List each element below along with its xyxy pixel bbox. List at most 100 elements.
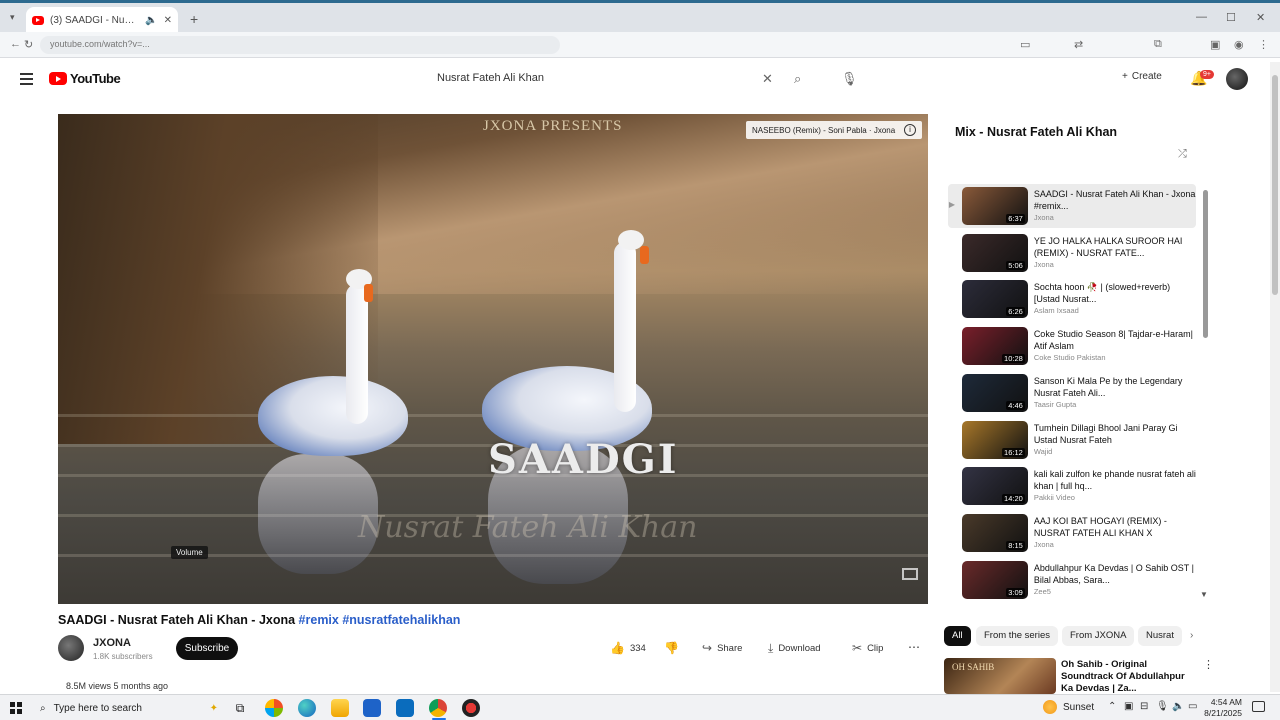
download-button[interactable]: ⤓ Download — [768, 641, 821, 656]
sidebar-icon[interactable]: ▣ — [1210, 38, 1220, 51]
tab-menu-icon[interactable]: ▾ — [10, 12, 15, 23]
shuffle-icon[interactable]: ⤮ — [1178, 148, 1187, 161]
recommendation-more-icon[interactable]: ⋮ — [1203, 658, 1214, 671]
clip-button[interactable]: ✂ Clip — [852, 641, 883, 655]
translate-icon[interactable]: ⇄ — [1074, 38, 1083, 51]
mix-item-thumbnail[interactable]: 5:06 — [961, 233, 1028, 272]
filter-chip[interactable]: Nusrat — [1138, 626, 1182, 646]
search-input[interactable]: Nusrat Fateh Ali Khan — [437, 72, 544, 84]
search-icon[interactable]: ⌕ — [794, 71, 801, 87]
mix-playlist-item[interactable]: 3:09 Abdullahpur Ka Devdas | O Sahib OST … — [948, 558, 1196, 602]
subscribe-button[interactable]: Subscribe — [176, 637, 238, 660]
app-icon[interactable] — [462, 699, 480, 717]
drag-handle-icon[interactable] — [948, 277, 956, 321]
copilot-icon[interactable] — [265, 699, 283, 717]
back-icon[interactable]: ← — [10, 38, 21, 50]
outlook-icon[interactable] — [396, 699, 414, 717]
store-icon[interactable] — [363, 699, 381, 717]
user-avatar[interactable] — [1226, 68, 1248, 90]
mix-item-title: kali kali zulfon ke phande nusrat fateh … — [1033, 469, 1196, 492]
drag-handle-icon[interactable] — [948, 464, 956, 508]
minimize-button[interactable]: — — [1196, 11, 1207, 23]
edge-icon[interactable] — [298, 699, 316, 717]
mix-item-thumbnail[interactable]: 10:28 — [961, 327, 1028, 366]
more-actions-icon[interactable]: ⋯ — [908, 640, 920, 654]
taskbar-clock[interactable]: 4:54 AM 8/21/2025 — [1204, 697, 1242, 719]
mix-item-thumbnail[interactable]: 6:26 — [961, 280, 1028, 319]
mix-playlist-item[interactable]: 14:20 kali kali zulfon ke phande nusrat f… — [948, 464, 1196, 508]
network-icon[interactable]: ⊟ — [1140, 701, 1148, 712]
youtube-logo-icon — [49, 72, 67, 85]
hamburger-menu-icon[interactable] — [20, 73, 33, 85]
drag-handle-icon[interactable] — [948, 371, 956, 415]
create-button[interactable]: + Create — [1122, 71, 1162, 82]
youtube-logo[interactable]: YouTube — [49, 71, 121, 86]
filter-chip[interactable]: All — [944, 626, 971, 646]
clear-search-icon[interactable]: ✕ — [762, 71, 773, 87]
recommendation-title[interactable]: Oh Sahib - Original Soundtrack Of Abdull… — [1061, 659, 1199, 695]
mix-playlist-item[interactable]: 10:28 Coke Studio Season 8| Tajdar-e-Hara… — [948, 324, 1196, 368]
mix-item-thumbnail[interactable]: 14:20 — [961, 467, 1028, 506]
mix-item-thumbnail[interactable]: 16:12 — [961, 420, 1028, 459]
filter-chip[interactable]: From the series — [976, 626, 1058, 646]
battery-icon[interactable]: ▭ — [1188, 701, 1197, 712]
audio-icon[interactable]: 🔈 — [145, 15, 157, 26]
drag-handle-icon[interactable] — [948, 558, 956, 602]
mix-playlist-item[interactable]: 5:06 YE JO HALKA HALKA SUROOR HAI (REMIX)… — [948, 231, 1196, 275]
channel-name[interactable]: JXONA — [93, 637, 131, 649]
page-scrollbar-thumb[interactable] — [1272, 75, 1278, 295]
chips-next-icon[interactable]: › — [1190, 630, 1193, 641]
info-icon[interactable]: i — [904, 124, 916, 136]
page-scrollbar[interactable] — [1270, 62, 1280, 692]
mic-icon[interactable]: 🎙 — [1156, 701, 1169, 712]
mix-item-thumbnail[interactable]: 4:46 — [961, 373, 1028, 412]
mix-item-thumbnail[interactable]: 8:15 — [961, 513, 1028, 552]
volume-icon[interactable]: 🔈 — [1172, 701, 1184, 712]
taskbar-search-box[interactable]: ⌕ Type here to search ✦ — [32, 697, 218, 719]
mix-item-channel: Aslam Ixsaad — [1033, 306, 1079, 316]
window-close-button[interactable]: ✕ — [1256, 11, 1265, 24]
mix-item-duration: 8:15 — [1006, 540, 1025, 550]
video-player[interactable]: JXONA PRESENTS SAADGI Nusrat Fateh Ali K… — [58, 114, 928, 604]
mix-playlist-item[interactable]: 16:12 Tumhein Dillagi Bhool Jani Paray Gi… — [948, 418, 1196, 462]
dislike-button[interactable]: 👎 — [664, 641, 679, 655]
video-hashtags[interactable]: #remix #nusratfatehalikhan — [299, 613, 461, 627]
mix-item-thumbnail[interactable]: 3:09 — [961, 560, 1028, 599]
reload-icon[interactable]: ↻ — [24, 38, 33, 51]
drag-handle-icon[interactable] — [948, 418, 956, 462]
browser-tab-active[interactable]: (3) SAADGI - Nusrat F... 🔈 ✕ — [26, 7, 178, 33]
mix-playlist-item[interactable]: ▶ 6:37 SAADGI - Nusrat Fateh Ali Khan - Jx… — [948, 184, 1196, 228]
tray-app-icon[interactable]: ▣ — [1124, 701, 1133, 712]
address-bar[interactable]: youtube.com/watch?v=... — [40, 36, 560, 54]
new-tab-button[interactable]: + — [190, 11, 198, 27]
share-button[interactable]: ↪ Share — [702, 641, 742, 655]
weather-widget[interactable]: Sunset — [1043, 700, 1094, 714]
cast-icon[interactable]: ▭ — [1020, 38, 1030, 51]
maximize-button[interactable]: ☐ — [1226, 11, 1236, 24]
drag-handle-icon[interactable] — [948, 231, 956, 275]
microphone-icon[interactable]: 🎙 — [841, 71, 858, 87]
notification-center-icon[interactable] — [1252, 701, 1265, 712]
like-button[interactable]: 👍 334 — [610, 641, 646, 655]
browser-menu-icon[interactable]: ⋮ — [1258, 38, 1269, 51]
mix-playlist-item[interactable]: 8:15 AAJ KOI BAT HOGAYI (REMIX) - NUSRAT … — [948, 511, 1196, 555]
extensions-icon[interactable]: ⧉ — [1154, 38, 1162, 51]
mix-scroll-down-icon[interactable]: ▼ — [1200, 590, 1208, 599]
video-card-teaser[interactable]: NASEEBO (Remix) - Soni Pabla · Jxona i — [746, 121, 922, 139]
file-explorer-icon[interactable] — [331, 699, 349, 717]
drag-handle-icon[interactable] — [948, 324, 956, 368]
profile-icon[interactable]: ◉ — [1234, 38, 1244, 51]
task-view-icon[interactable]: ⧉ — [231, 699, 249, 717]
fullscreen-icon[interactable] — [902, 568, 918, 580]
filter-chip[interactable]: From JXONA — [1062, 626, 1135, 646]
mix-item-thumbnail[interactable]: 6:37 — [961, 187, 1028, 225]
drag-handle-icon[interactable] — [948, 511, 956, 555]
mix-scrollbar-thumb[interactable] — [1203, 190, 1208, 338]
tray-chevron-icon[interactable]: ⌃ — [1108, 701, 1116, 712]
mix-playlist-item[interactable]: 6:26 Sochta hoon 🥀 | (slowed+reverb) [Ust… — [948, 277, 1196, 321]
channel-avatar[interactable] — [58, 635, 84, 661]
chrome-icon[interactable] — [429, 699, 447, 717]
windows-start-icon[interactable] — [10, 702, 22, 714]
tab-close-icon[interactable]: ✕ — [164, 15, 172, 26]
mix-playlist-item[interactable]: 4:46 Sanson Ki Mala Pe by the Legendary N… — [948, 371, 1196, 415]
